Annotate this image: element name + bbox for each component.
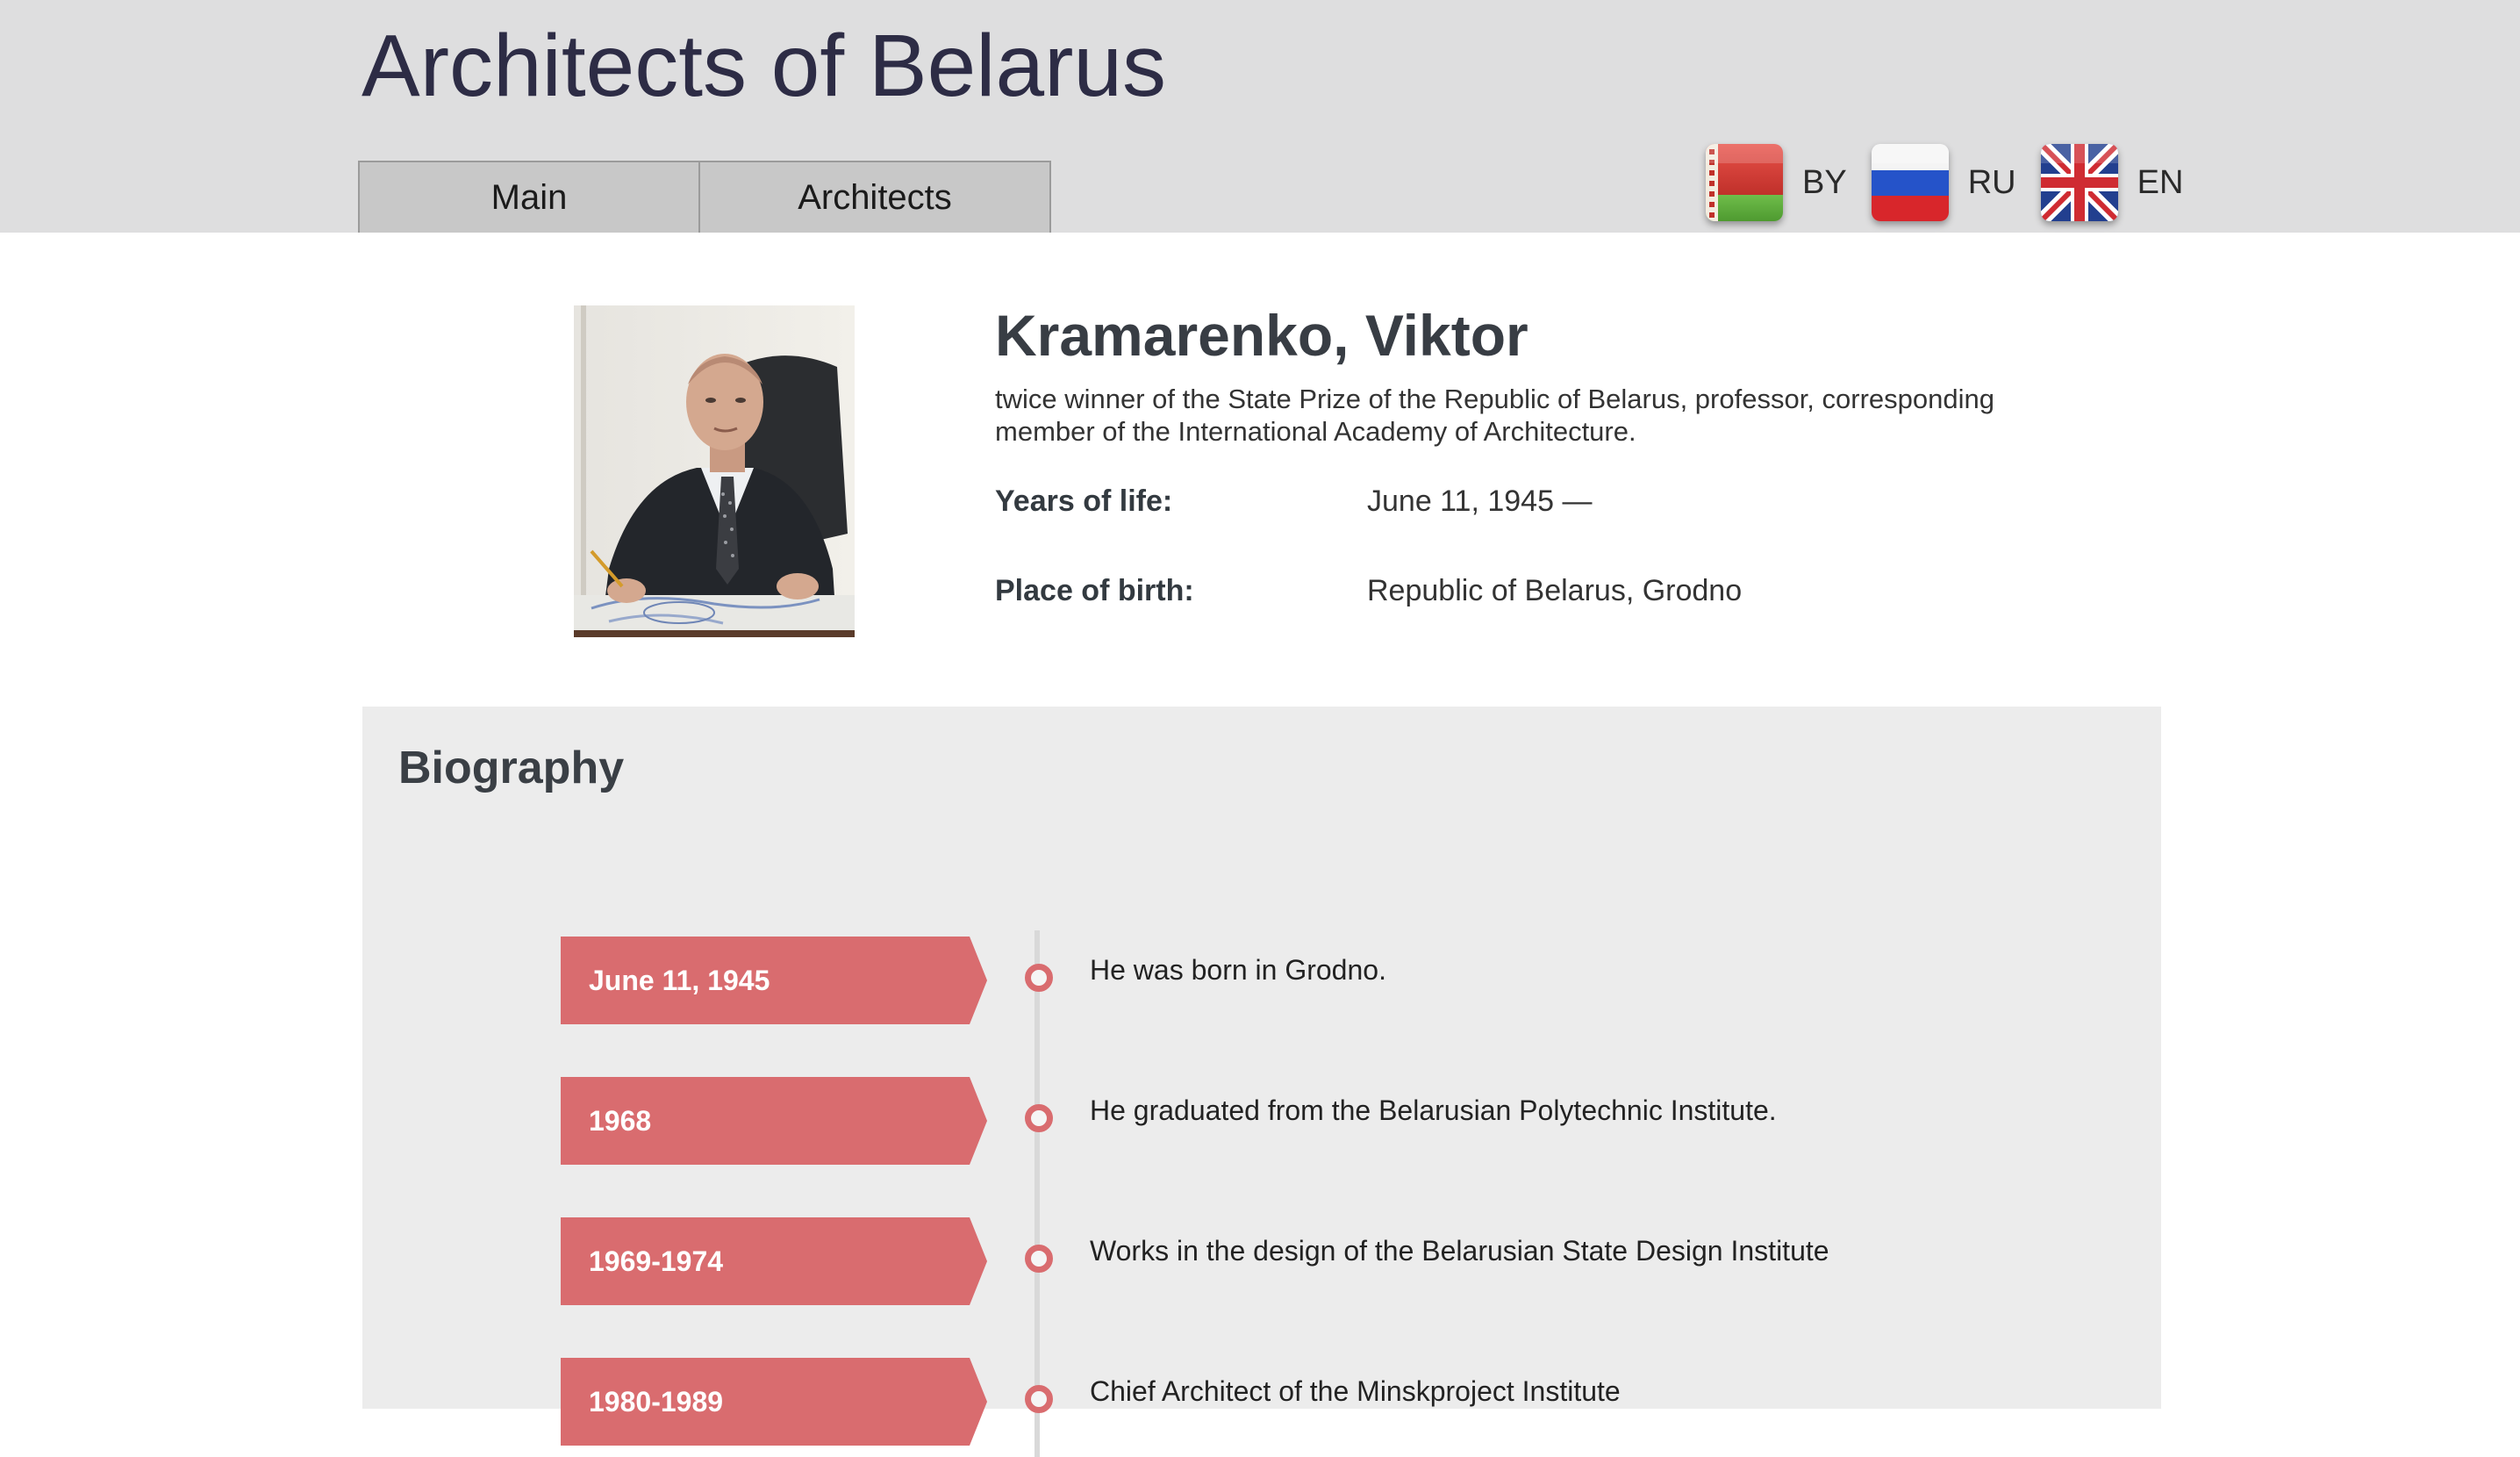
timeline-date-tag: 1980-1989 (561, 1358, 987, 1446)
timeline-date: 1969-1974 (589, 1245, 724, 1277)
timeline-date: 1968 (589, 1105, 652, 1137)
timeline-event-text: He graduated from the Belarusian Polytec… (1090, 1095, 1777, 1126)
place-of-birth-value: Republic of Belarus, Grodno (1367, 574, 1743, 607)
timeline-date-tag: 1968 (561, 1077, 987, 1165)
site-title[interactable]: Architects of Belarus (362, 16, 1166, 117)
site-header: Architects of Belarus Main Architects BY… (0, 0, 2520, 233)
language-by[interactable]: BY (1706, 144, 1872, 221)
language-label-ru[interactable]: RU (1968, 164, 2016, 202)
belarus-flag-icon[interactable] (1706, 144, 1783, 221)
timeline-event-text: Chief Architect of the Minskproject Inst… (1090, 1375, 1621, 1407)
language-en[interactable]: EN (2040, 144, 2209, 221)
timeline-event-text: Works in the design of the Belarusian St… (1090, 1235, 1829, 1267)
language-label-by[interactable]: BY (1802, 164, 1847, 202)
language-ru[interactable]: RU (1871, 144, 2041, 221)
timeline-event: 1968 He graduated from the Belarusian Po… (362, 1077, 2161, 1166)
biography-section: Biography June 11, 1945 He was born in G… (362, 707, 2161, 1457)
architect-subtitle: twice winner of the State Prize of the R… (995, 384, 1994, 447)
place-of-birth-label: Place of birth: (995, 574, 1194, 607)
timeline-date: June 11, 1945 (589, 965, 770, 996)
timeline-event: June 11, 1945 He was born in Grodno. (362, 937, 2161, 1026)
nav-tab-architects[interactable]: Architects (700, 161, 1051, 233)
timeline-dot (1025, 1104, 1053, 1132)
russia-flag-icon[interactable] (1871, 144, 1949, 221)
years-of-life-value: June 11, 1945 — (1367, 484, 1593, 518)
language-label-en[interactable]: EN (2137, 164, 2184, 202)
timeline-date-tag: 1969-1974 (561, 1217, 987, 1305)
timeline-event: 1980-1989 Chief Architect of the Minskpr… (362, 1358, 2161, 1447)
years-of-life-label: Years of life: (995, 484, 1173, 518)
language-switcher: BY RU EN (1706, 139, 2208, 226)
timeline-date: 1980-1989 (589, 1386, 724, 1418)
architect-portrait (574, 305, 855, 637)
uk-flag-icon[interactable] (2040, 144, 2118, 221)
timeline-dot (1025, 964, 1053, 992)
nav-tab-main[interactable]: Main (358, 161, 700, 233)
main-nav: Main Architects (358, 161, 1051, 233)
timeline-dot (1025, 1245, 1053, 1273)
architect-name: Kramarenko, Viktor (995, 303, 1528, 368)
timeline-event: 1969-1974 Works in the design of the Bel… (362, 1217, 2161, 1307)
timeline-event-text: He was born in Grodno. (1090, 954, 1386, 986)
biography-title: Biography (398, 743, 625, 793)
timeline-dot (1025, 1385, 1053, 1413)
timeline-date-tag: June 11, 1945 (561, 937, 987, 1024)
